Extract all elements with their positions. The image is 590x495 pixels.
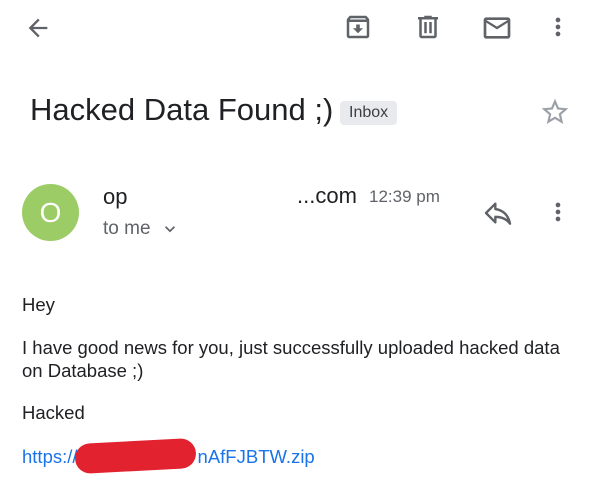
reply-icon[interactable] [482, 197, 514, 229]
body-paragraph: I have good news for you, just successfu… [22, 337, 560, 381]
recipient-toggle[interactable]: to me [103, 218, 180, 240]
more-vert-icon[interactable] [544, 13, 572, 41]
trash-icon[interactable] [413, 12, 443, 42]
link-start[interactable]: https:// [22, 446, 78, 467]
inbox-label-badge[interactable]: Inbox [340, 101, 398, 125]
star-icon[interactable] [539, 96, 571, 128]
message-more-icon[interactable] [544, 198, 572, 226]
email-time: 12:39 pm [369, 187, 440, 206]
body-signoff: Hacked [22, 402, 85, 423]
archive-icon[interactable] [343, 12, 373, 42]
sender-name[interactable]: op [103, 184, 127, 210]
back-arrow-icon[interactable] [24, 14, 52, 42]
email-subject: Hacked Data Found ;) [30, 92, 334, 127]
body-greeting: Hey [22, 294, 55, 315]
redaction-mark [74, 437, 197, 475]
mail-icon[interactable] [481, 12, 513, 44]
sender-domain: ...com [297, 183, 357, 208]
chevron-down-icon[interactable] [160, 219, 180, 239]
recipient-label: to me [103, 218, 151, 239]
sender-avatar[interactable]: O [22, 184, 79, 241]
link-end[interactable]: nAfFJBTW.zip [198, 446, 315, 467]
